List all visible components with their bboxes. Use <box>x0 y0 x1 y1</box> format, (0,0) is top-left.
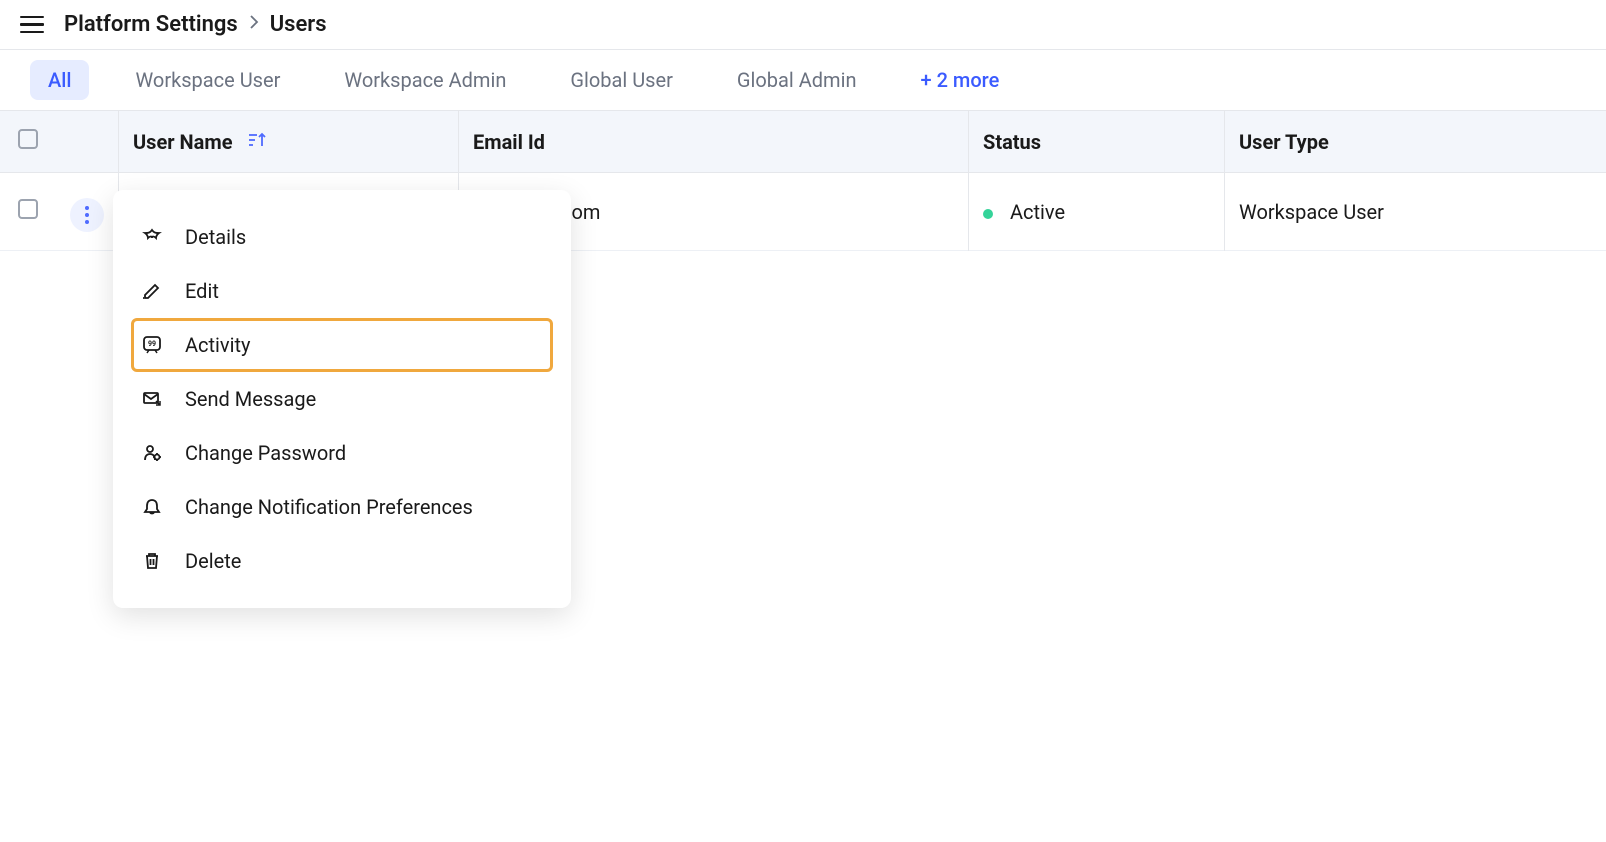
menu-item-label: Details <box>185 225 246 249</box>
menu-item-delete[interactable]: Delete <box>113 534 571 588</box>
breadcrumb-parent[interactable]: Platform Settings <box>64 12 238 37</box>
menu-item-send-message[interactable]: Send Message <box>113 372 571 426</box>
menu-item-label: Activity <box>185 333 250 357</box>
menu-item-activity[interactable]: 99 Activity <box>131 318 553 372</box>
cell-usertype: Workspace User <box>1225 173 1606 251</box>
tab-workspace-admin[interactable]: Workspace Admin <box>326 60 524 100</box>
header-email[interactable]: Email Id <box>459 111 969 173</box>
tab-workspace-user[interactable]: Workspace User <box>117 60 298 100</box>
header-usertype[interactable]: User Type <box>1225 111 1606 173</box>
bell-icon <box>141 496 163 518</box>
header-username-label: User Name <box>133 130 233 154</box>
status-active-dot-icon <box>983 209 993 219</box>
breadcrumb: Platform Settings Users <box>64 12 327 37</box>
send-message-icon <box>141 388 163 410</box>
edit-icon <box>141 280 163 302</box>
table-header-row: User Name Email Id Status User Type <box>0 111 1606 173</box>
header-status-label: Status <box>983 130 1041 154</box>
menu-item-change-notification[interactable]: Change Notification Preferences <box>113 480 571 534</box>
menu-item-label: Send Message <box>185 387 316 411</box>
menu-item-label: Change Notification Preferences <box>185 495 473 519</box>
row-checkbox-cell <box>0 173 56 251</box>
trash-icon <box>141 550 163 572</box>
row-checkbox[interactable] <box>18 199 38 219</box>
breadcrumb-current: Users <box>270 12 327 37</box>
row-actions-cell <box>56 173 119 251</box>
kebab-icon <box>85 206 89 224</box>
menu-item-edit[interactable]: Edit <box>113 264 571 318</box>
tab-more[interactable]: + 2 more <box>903 60 1018 100</box>
menu-item-label: Edit <box>185 279 219 303</box>
change-password-icon <box>141 442 163 464</box>
details-icon <box>141 226 163 248</box>
tab-global-user[interactable]: Global User <box>552 60 691 100</box>
cell-status: Active <box>969 173 1225 251</box>
cell-status-text: Active <box>1010 200 1065 224</box>
activity-icon: 99 <box>141 334 163 356</box>
select-all-checkbox[interactable] <box>18 129 38 149</box>
svg-text:99: 99 <box>148 340 156 348</box>
hamburger-menu-button[interactable] <box>20 16 44 34</box>
menu-item-details[interactable]: Details <box>113 210 571 264</box>
tab-global-admin[interactable]: Global Admin <box>719 60 875 100</box>
topbar: Platform Settings Users <box>0 0 1606 50</box>
header-checkbox-cell <box>0 111 56 173</box>
header-status[interactable]: Status <box>969 111 1225 173</box>
header-actions-cell <box>56 111 119 173</box>
tabs-bar: All Workspace User Workspace Admin Globa… <box>0 50 1606 111</box>
menu-item-label: Change Password <box>185 441 346 465</box>
header-username[interactable]: User Name <box>119 111 459 173</box>
header-email-label: Email Id <box>473 130 545 154</box>
menu-item-label: Delete <box>185 549 241 573</box>
row-actions-dropdown: Details Edit 99 Activity Se <box>113 190 571 608</box>
sort-ascending-icon[interactable] <box>247 131 267 149</box>
menu-item-change-password[interactable]: Change Password <box>113 426 571 480</box>
tab-all[interactable]: All <box>30 60 89 100</box>
header-usertype-label: User Type <box>1239 130 1329 154</box>
row-actions-menu-button[interactable] <box>70 198 104 232</box>
chevron-right-icon <box>248 12 260 37</box>
